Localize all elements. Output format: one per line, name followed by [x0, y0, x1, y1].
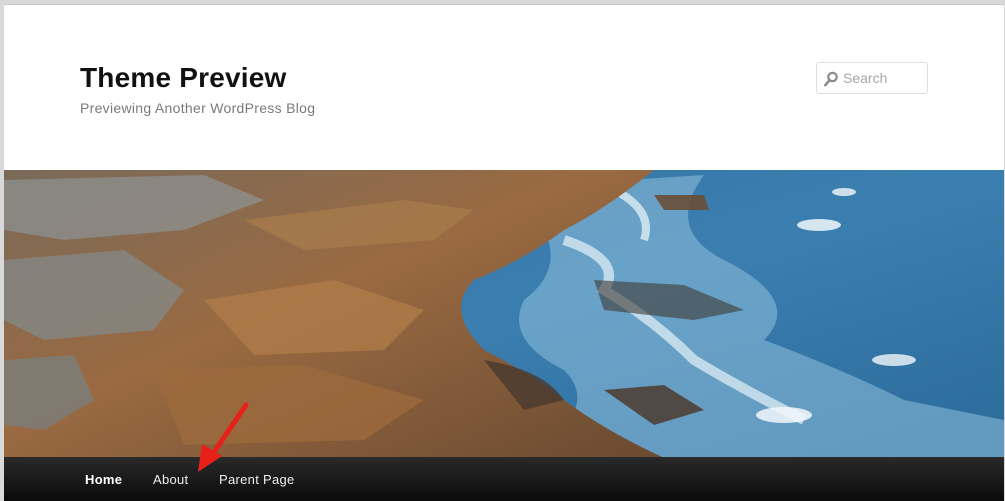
header-image	[4, 170, 1004, 458]
browser-viewport: Theme Preview Previewing Another WordPre…	[4, 4, 1004, 501]
site-title[interactable]: Theme Preview	[80, 62, 286, 94]
site-description: Previewing Another WordPress Blog	[80, 100, 316, 116]
search-input[interactable]	[843, 67, 923, 89]
menu-item-about[interactable]: About	[153, 457, 188, 501]
main-navigation: Home About Parent Page	[4, 457, 1004, 501]
search-icon	[823, 71, 838, 87]
search-box[interactable]	[816, 62, 928, 94]
menu-item-home[interactable]: Home	[85, 457, 122, 501]
menu-item-parent-page[interactable]: Parent Page	[219, 457, 295, 501]
